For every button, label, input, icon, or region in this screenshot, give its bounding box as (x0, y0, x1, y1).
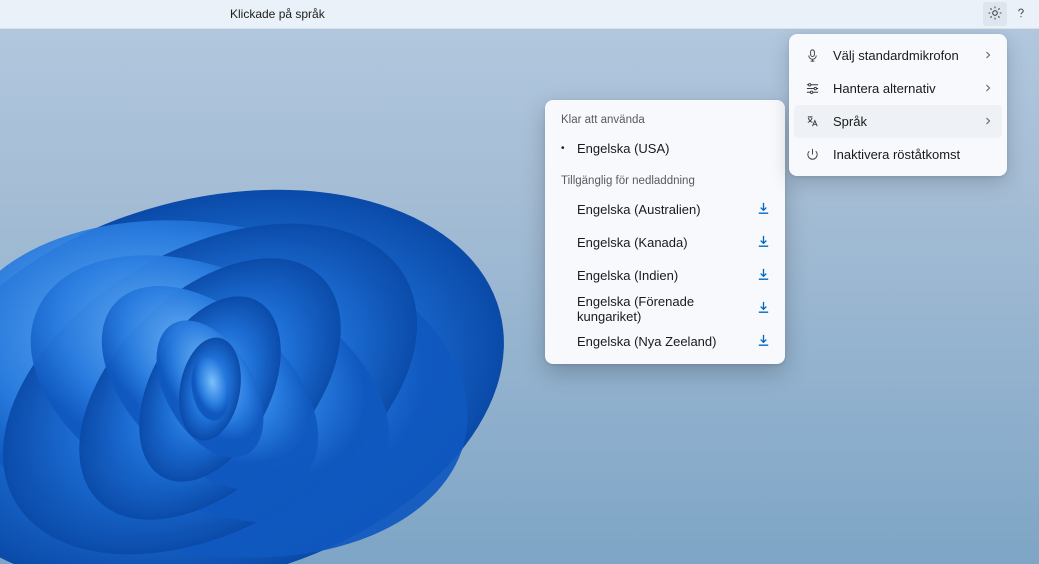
download-icon (756, 267, 771, 285)
chevron-right-icon (983, 114, 993, 129)
power-icon (803, 147, 821, 162)
chevron-right-icon (983, 81, 993, 96)
menu-item-disable-voice-access[interactable]: Inaktivera röståtkomst (794, 138, 1002, 171)
help-icon (1013, 5, 1029, 24)
language-label: Engelska (Nya Zeeland) (577, 334, 756, 349)
menu-item-manage-options[interactable]: Hantera alternativ (794, 72, 1002, 105)
mic-icon (803, 48, 821, 63)
language-item-en-gb[interactable]: Engelska (Förenade kungariket) (549, 292, 781, 325)
language-label: Engelska (Indien) (577, 268, 756, 283)
download-icon (756, 333, 771, 351)
download-icon (756, 234, 771, 252)
submenu-available-header: Tillgänglig för nedladdning (549, 169, 781, 193)
sliders-icon (803, 81, 821, 96)
submenu-ready-header: Klar att använda (549, 108, 781, 132)
menu-item-label: Språk (833, 114, 983, 129)
menu-item-label: Inaktivera röståtkomst (833, 147, 993, 162)
language-submenu: Klar att använda • Engelska (USA) Tillgä… (545, 100, 785, 364)
selected-bullet-icon: • (561, 143, 577, 154)
topbar-right-controls (983, 0, 1033, 28)
help-button[interactable] (1009, 2, 1033, 26)
menu-item-language[interactable]: Språk (794, 105, 1002, 138)
gear-icon (987, 5, 1003, 24)
language-label: Engelska (Förenade kungariket) (577, 294, 756, 324)
chevron-right-icon (983, 48, 993, 63)
download-icon (756, 300, 771, 318)
language-item-en-nz[interactable]: Engelska (Nya Zeeland) (549, 325, 781, 358)
settings-button[interactable] (983, 2, 1007, 26)
download-icon (756, 201, 771, 219)
language-label: Engelska (USA) (577, 141, 771, 156)
language-label: Engelska (Kanada) (577, 235, 756, 250)
language-item-en-au[interactable]: Engelska (Australien) (549, 193, 781, 226)
language-item-en-us[interactable]: • Engelska (USA) (549, 132, 781, 165)
language-label: Engelska (Australien) (577, 202, 756, 217)
settings-menu: Välj standardmikrofon Hantera alternativ… (789, 34, 1007, 176)
topbar-status-text: Klickade på språk (230, 7, 325, 21)
menu-item-label: Välj standardmikrofon (833, 48, 983, 63)
language-item-en-in[interactable]: Engelska (Indien) (549, 259, 781, 292)
menu-item-label: Hantera alternativ (833, 81, 983, 96)
menu-item-default-mic[interactable]: Välj standardmikrofon (794, 39, 1002, 72)
language-icon (803, 114, 821, 129)
language-item-en-ca[interactable]: Engelska (Kanada) (549, 226, 781, 259)
voice-access-topbar: Klickade på språk (0, 0, 1039, 29)
